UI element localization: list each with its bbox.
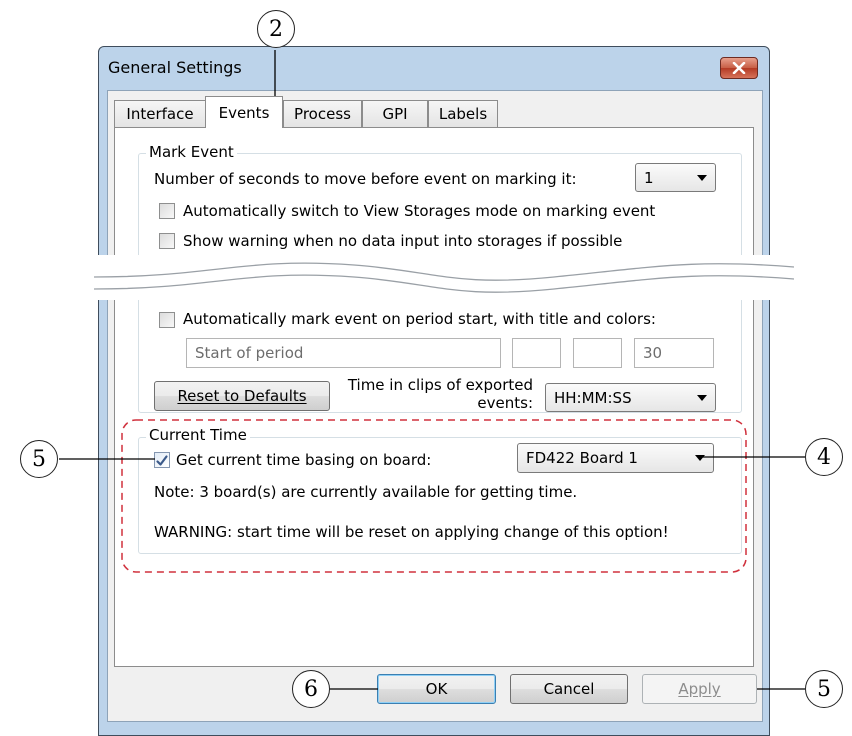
callout-checkbox: 5: [20, 440, 58, 478]
tab-label: Events: [218, 103, 270, 122]
callout-apply: 5: [805, 670, 843, 708]
callout-leaders: [59, 50, 805, 690]
callout-ok: 6: [292, 670, 330, 708]
callout-tab: 2: [257, 10, 295, 48]
callout-combo: 4: [805, 438, 843, 476]
tab-events[interactable]: Events: [205, 96, 283, 128]
